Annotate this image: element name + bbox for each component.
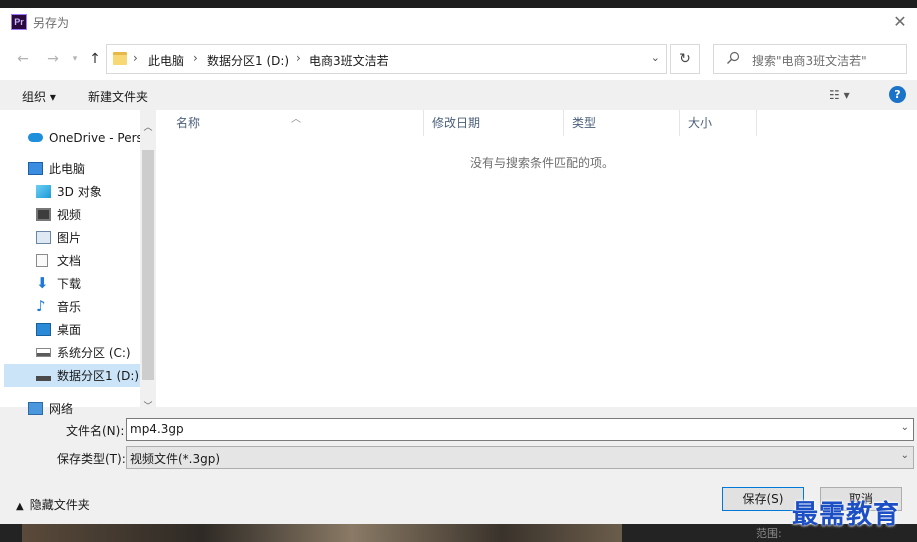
new-folder-button[interactable]: 新建文件夹 [88, 88, 148, 105]
nav-item-network[interactable]: 网络 [0, 397, 140, 420]
view-options-icon[interactable]: ☷ ▾ [829, 88, 850, 102]
nav-scroll-thumb[interactable] [142, 150, 154, 380]
filetype-label: 保存类型(T): [57, 452, 126, 466]
search-icon [727, 51, 740, 64]
hide-folders-label: 隐藏文件夹 [29, 498, 90, 512]
column-header-size[interactable]: 大小 [680, 110, 757, 136]
folder-icon [113, 52, 127, 65]
background-video-frame [22, 524, 622, 542]
nav-item-drive-c[interactable]: 系统分区 (C:) [0, 341, 140, 364]
address-row: ← → ▾ ↑ › 此电脑 › 数据分区1 (D:) › 电商3班文洁若 ⌄ ↻… [0, 36, 917, 80]
nav-item-this-pc[interactable]: 此电脑 [0, 157, 140, 180]
help-icon[interactable]: ? [889, 86, 906, 103]
nav-item-label: 图片 [57, 231, 82, 245]
nav-item-label: 网络 [49, 402, 74, 416]
documents-icon [36, 254, 48, 267]
column-header-date-modified[interactable]: 修改日期 [424, 110, 564, 136]
nav-item-label: 数据分区1 (D:) [57, 369, 140, 383]
organize-menu-button[interactable]: 组织 ▾ [22, 88, 56, 105]
filename-input[interactable]: mp4.3gp ⌄ [126, 418, 914, 441]
breadcrumb-current-folder[interactable]: 电商3班文洁若 [309, 52, 389, 69]
nav-item-label: 3D 对象 [57, 185, 102, 199]
drive-icon [36, 376, 51, 381]
scroll-down-icon[interactable]: ﹀ [140, 399, 156, 415]
nav-item-onedrive[interactable]: OneDrive - Perso [0, 126, 140, 149]
close-icon[interactable]: ✕ [889, 12, 911, 32]
refresh-icon[interactable]: ↻ [670, 44, 700, 74]
nav-item-downloads[interactable]: ⬇ 下载 [0, 272, 140, 295]
drive-icon [36, 348, 51, 357]
nav-item-label: 视频 [57, 208, 82, 222]
nav-item-label: 系统分区 (C:) [57, 346, 131, 360]
recent-locations-chevron-icon[interactable]: ▾ [66, 50, 84, 68]
breadcrumb-separator-icon: › [193, 51, 198, 65]
empty-state-message: 没有与搜索条件匹配的项。 [470, 156, 615, 170]
watermark-logo: 最需教育 [792, 500, 901, 530]
address-bar[interactable]: › 此电脑 › 数据分区1 (D:) › 电商3班文洁若 ⌄ [106, 44, 667, 74]
nav-item-label: 文档 [57, 254, 82, 268]
download-icon: ⬇ [36, 274, 49, 292]
forward-arrow-icon[interactable]: → [44, 50, 62, 68]
nav-item-videos[interactable]: 视频 [0, 203, 140, 226]
file-list-pane: 名称 ︿ 修改日期 类型 大小 没有与搜索条件匹配的项。 [156, 110, 917, 407]
navigation-pane: OneDrive - Perso 此电脑 3D 对象 视频 图片 文档 ⬇ 下载… [0, 110, 156, 416]
computer-icon [28, 162, 43, 175]
search-box[interactable]: 搜索"电商3班文洁若" [713, 44, 907, 74]
nav-item-label: OneDrive - Perso [49, 130, 140, 145]
hide-folders-toggle[interactable]: ▲ 隐藏文件夹 [16, 496, 90, 513]
cloud-icon [28, 133, 43, 142]
chevron-up-icon: ▲ [16, 501, 24, 512]
filetype-dropdown-icon[interactable]: ⌄ [901, 450, 909, 461]
nav-item-label: 音乐 [57, 300, 82, 314]
background-app-strip: 范围: [0, 524, 917, 542]
scroll-up-icon[interactable]: ︿ [140, 120, 156, 136]
breadcrumb-drive-d[interactable]: 数据分区1 (D:) [207, 52, 289, 69]
nav-item-3d-objects[interactable]: 3D 对象 [0, 180, 140, 203]
search-placeholder: 搜索"电商3班文洁若" [752, 54, 867, 68]
save-as-dialog: Pr 另存为 ✕ ← → ▾ ↑ › 此电脑 › 数据分区1 (D:) › 电商… [0, 8, 917, 524]
music-icon: ♪ [36, 297, 46, 315]
up-arrow-icon[interactable]: ↑ [86, 50, 104, 68]
window-title: 另存为 [33, 16, 70, 30]
filetype-value: 视频文件(*.3gp) [130, 452, 221, 466]
title-bar: Pr 另存为 ✕ [0, 8, 917, 36]
nav-item-documents[interactable]: 文档 [0, 249, 140, 272]
back-arrow-icon[interactable]: ← [14, 50, 32, 68]
video-icon [36, 208, 51, 221]
nav-item-music[interactable]: ♪ 音乐 [0, 295, 140, 318]
filetype-select[interactable]: 视频文件(*.3gp) ⌄ [126, 446, 914, 469]
nav-item-label: 此电脑 [49, 162, 86, 176]
nav-item-drive-d[interactable]: 数据分区1 (D:) [4, 364, 140, 387]
filename-value: mp4.3gp [130, 422, 184, 436]
nav-item-label: 下载 [57, 277, 82, 291]
desktop-icon [36, 323, 51, 336]
breadcrumb-this-pc[interactable]: 此电脑 [148, 52, 184, 69]
nav-item-desktop[interactable]: 桌面 [0, 318, 140, 341]
breadcrumb-separator-icon: › [133, 51, 138, 65]
filename-dropdown-icon[interactable]: ⌄ [901, 422, 909, 433]
premiere-app-icon: Pr [11, 14, 27, 30]
filename-label: 文件名(N): [66, 424, 125, 438]
cube-icon [36, 185, 51, 198]
pictures-icon [36, 231, 51, 244]
nav-item-pictures[interactable]: 图片 [0, 226, 140, 249]
address-dropdown-icon[interactable]: ⌄ [651, 51, 660, 64]
sort-ascending-icon: ︿ [291, 114, 301, 125]
breadcrumb-separator-icon: › [296, 51, 301, 65]
column-header-type[interactable]: 类型 [564, 110, 680, 136]
network-icon [28, 402, 43, 415]
nav-item-label: 桌面 [57, 323, 82, 337]
command-bar: 组织 ▾ 新建文件夹 ☷ ▾ ? [0, 80, 917, 110]
background-label: 范围: [756, 527, 782, 540]
